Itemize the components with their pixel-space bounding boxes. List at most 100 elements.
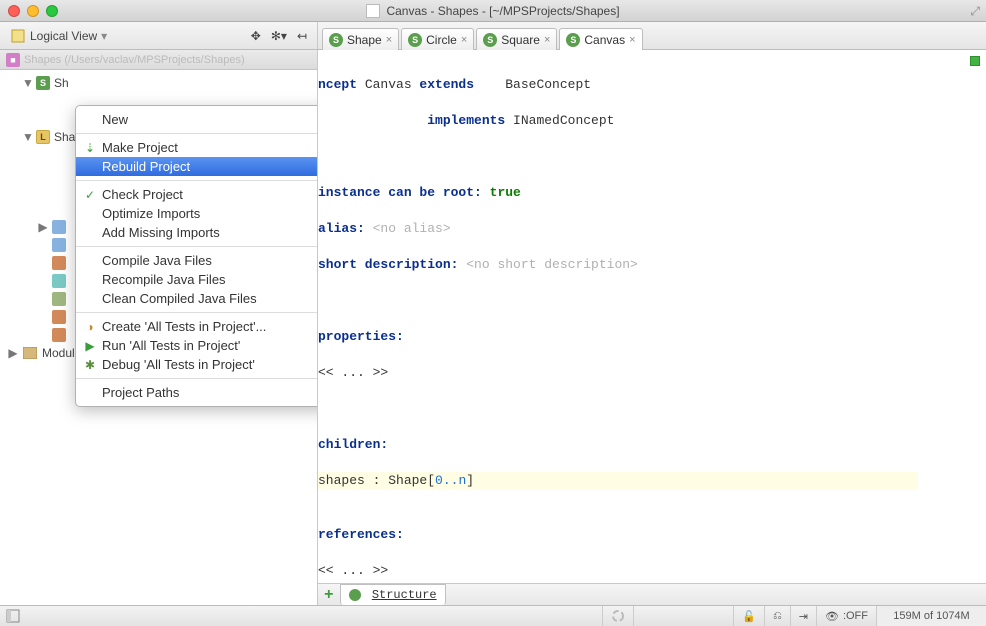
folder-icon [52,220,66,234]
menu-new[interactable]: New [76,110,318,129]
menu-label: Check Project [102,187,183,202]
gear-icon[interactable]: ✻▾ [267,27,291,45]
folder-icon [52,238,66,252]
code-val: true [490,185,521,200]
code-kw: alias: [318,221,373,236]
menu-label: Create 'All Tests in Project'... [102,319,266,334]
code-op: ] [466,473,474,488]
menu-separator [76,378,318,379]
project-sidebar: ■ Shapes (/Users/vaclav/MPSProjects/Shap… [0,50,318,605]
code-kw: references: [318,527,404,542]
chevron-down-icon: ▾ [101,29,107,43]
menu-separator [76,246,318,247]
menu-create-tests[interactable]: ◑ Create 'All Tests in Project'... [76,317,318,336]
tab-label: Circle [426,33,457,47]
menu-clean-compiled[interactable]: Clean Compiled Java Files [76,289,318,308]
menu-label: Add Missing Imports [102,225,220,240]
tab-label: Square [501,33,540,47]
collapse-icon[interactable]: ↤ [293,27,311,45]
project-view-icon [10,28,26,44]
tab-canvas[interactable]: S Canvas × [559,28,642,50]
status-left[interactable] [0,606,26,626]
code-kw: properties: [318,329,404,344]
fullscreen-icon[interactable]: ⤢ [970,4,980,19]
chevron-down-icon[interactable]: ▼ [22,130,32,144]
chevron-right-icon[interactable]: ▶ [38,220,48,234]
close-icon[interactable]: × [386,34,392,46]
make-icon: ⇣ [82,140,98,156]
menu-label: Make Project [102,140,178,155]
tab-circle[interactable]: S Circle × [401,28,474,50]
menu-separator [76,312,318,313]
check-icon: ✓ [82,187,98,203]
logical-view-dropdown[interactable]: Logical View ▾ [6,26,111,46]
code-op: [ [427,473,435,488]
bottom-tab-structure[interactable]: Structure [340,584,446,605]
tree-label: Sh [54,76,69,90]
scroll-to-source-icon[interactable]: ✥ [247,27,265,45]
language-icon: L [36,130,50,144]
toolbar: Logical View ▾ ✥ ✻▾ ↤ S Shape × S Circle… [0,22,986,50]
menu-add-missing-imports[interactable]: Add Missing Imports [76,223,318,242]
menu-recompile-java[interactable]: Recompile Java Files [76,270,318,289]
menu-debug-tests[interactable]: ✱ Debug 'All Tests in Project' ^⇧F9 [76,355,318,374]
add-aspect-button[interactable]: + [324,586,334,604]
menu-rebuild-project[interactable]: Rebuild Project [76,157,318,176]
menu-check-project[interactable]: ✓ Check Project [76,185,318,204]
tab-square[interactable]: S Square × [476,28,557,50]
code-kw: children: [318,437,388,452]
tab-label: Shape [347,33,382,47]
tab-label: Canvas [584,33,625,47]
menu-compile-java[interactable]: Compile Java Files [76,251,318,270]
menu-project-paths[interactable]: Project Paths ⌥↩ [76,383,318,402]
close-icon[interactable]: × [629,34,635,46]
code-ellipsis: << ... >> [318,563,388,578]
code-id: Canvas [365,77,412,92]
file-icon [366,4,380,18]
menu-label: New [102,112,128,127]
menu-label: Optimize Imports [102,206,200,221]
window-title-text: Canvas - Shapes - [~/MPSProjects/Shapes] [386,4,619,18]
code-kw: ncept [318,77,365,92]
menu-label: Run 'All Tests in Project' [102,338,240,353]
code-card: 0..n [435,473,466,488]
context-menu: New ⇣ Make Project Rebuild Project ✓ Che… [75,105,318,407]
sidebar-header-text: Shapes (/Users/vaclav/MPSProjects/Shapes… [24,54,245,66]
folder-icon [52,292,66,306]
folder-icon [52,310,66,324]
menu-optimize-imports[interactable]: Optimize Imports [76,204,318,223]
close-icon[interactable]: × [544,34,550,46]
code-ellipsis: << ... >> [318,365,388,380]
code-id: shapes [318,473,373,488]
tab-shape[interactable]: S Shape × [322,28,399,50]
menu-make-project[interactable]: ⇣ Make Project [76,138,318,157]
sidebar-header: ■ Shapes (/Users/vaclav/MPSProjects/Shap… [0,50,317,70]
editor-status-indicator [970,56,980,66]
code-op: : [373,473,389,488]
module-icon: S [36,76,50,90]
window-title: Canvas - Shapes - [~/MPSProjects/Shapes] [0,4,986,18]
code-placeholder: <no short description> [466,257,638,272]
editor-tabs: S Shape × S Circle × S Square × S Canvas… [318,22,645,50]
menu-label: Recompile Java Files [102,272,226,287]
close-icon[interactable]: × [461,34,467,46]
chevron-down-icon[interactable]: ▼ [22,76,32,90]
editor-content[interactable]: ncept Canvas extends BaseConcept impleme… [318,50,986,616]
logical-view-label: Logical View [30,29,97,43]
tree-label: Sha [54,130,75,144]
menu-label: Debug 'All Tests in Project' [102,357,255,372]
concept-icon: S [566,33,580,47]
tool-window-icon[interactable] [6,609,20,623]
editor-bottom-tabs: + Structure [318,583,986,605]
folder-icon [52,328,66,342]
code-kw: implements [427,113,513,128]
tree-row-sh[interactable]: ▼ S Sh [8,74,317,92]
library-icon [22,345,38,361]
code-type: Shape [388,473,427,488]
editor-area[interactable]: ncept Canvas extends BaseConcept impleme… [318,50,986,605]
concept-icon: S [408,33,422,47]
chevron-right-icon[interactable]: ▶ [8,346,18,360]
folder-icon [52,256,66,270]
menu-run-tests[interactable]: ▶ Run 'All Tests in Project' ^⇧F10 [76,336,318,355]
menu-label: Project Paths [102,385,179,400]
